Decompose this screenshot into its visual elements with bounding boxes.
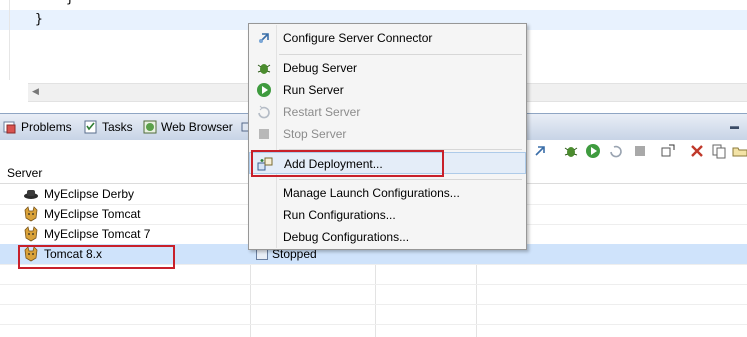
tasks-icon	[84, 120, 98, 134]
menu-item-label: Debug Configurations...	[283, 230, 410, 244]
tab-tasks[interactable]: Tasks	[84, 118, 133, 136]
tomcat-icon	[23, 226, 39, 242]
bug-icon	[256, 60, 272, 76]
column-header-server[interactable]: Server	[7, 166, 42, 180]
tab-label: Problems	[21, 120, 72, 134]
run-icon	[256, 82, 272, 98]
server-connector-icon[interactable]	[532, 143, 548, 159]
menu-item-label: Manage Launch Configurations...	[283, 186, 460, 200]
scroll-left-icon[interactable]: ◀	[32, 86, 39, 97]
publish-icon[interactable]	[660, 143, 676, 159]
menu-separator	[279, 179, 522, 180]
menu-item-restart-server[interactable]: Restart Server	[249, 101, 526, 123]
server-name: MyEclipse Derby	[44, 187, 135, 201]
folder-icon[interactable]	[732, 143, 747, 159]
tab-label: Tasks	[102, 120, 133, 134]
bug-icon[interactable]	[563, 143, 579, 159]
stop-icon[interactable]	[632, 143, 648, 159]
menu-item-label: Run Configurations...	[283, 208, 396, 222]
menu-item-label: Configure Server Connector	[283, 31, 433, 45]
menu-item-label: Debug Server	[283, 61, 358, 75]
tab-web-browser[interactable]: Web Browser	[143, 118, 233, 136]
menu-item-manage-launch-configurations[interactable]: Manage Launch Configurations...	[249, 182, 526, 204]
run-icon[interactable]	[585, 143, 601, 159]
restart-icon[interactable]	[608, 143, 624, 159]
derby-icon	[23, 186, 39, 202]
problems-icon	[3, 120, 17, 134]
copy-icon[interactable]	[711, 143, 727, 159]
view-menu-icon[interactable]: ▬	[730, 121, 739, 131]
menu-item-debug-server[interactable]: Debug Server	[249, 57, 526, 79]
menu-separator	[279, 54, 522, 55]
code-line: }	[35, 12, 43, 27]
menu-item-label: Run Server	[283, 83, 344, 97]
menu-item-debug-configurations[interactable]: Debug Configurations...	[249, 226, 526, 248]
server-name: MyEclipse Tomcat	[44, 207, 141, 221]
server-name: MyEclipse Tomcat 7	[44, 227, 151, 241]
menu-item-configure-server-connector[interactable]: Configure Server Connector	[249, 27, 526, 49]
web-browser-icon	[143, 120, 157, 134]
table-row	[0, 284, 747, 305]
menu-item-label: Restart Server	[283, 105, 361, 119]
editor-ruler	[9, 0, 10, 80]
menu-item-label: Stop Server	[283, 127, 347, 141]
table-row	[0, 304, 747, 325]
code-line: }	[66, 0, 74, 6]
menu-item-stop-server[interactable]: Stop Server	[249, 123, 526, 145]
tab-label: Web Browser	[161, 120, 233, 134]
menu-item-run-server[interactable]: Run Server	[249, 79, 526, 101]
stop-icon	[256, 126, 272, 142]
annotation-highlight-box	[18, 245, 175, 269]
menu-item-run-configurations[interactable]: Run Configurations...	[249, 204, 526, 226]
tomcat-icon	[23, 206, 39, 222]
remove-icon[interactable]	[689, 143, 705, 159]
context-menu: Configure Server Connector Debug Server …	[248, 23, 527, 250]
annotation-highlight-box	[251, 150, 444, 177]
tab-problems[interactable]: Problems	[3, 118, 72, 136]
server-connector-icon	[256, 30, 272, 46]
restart-icon	[256, 104, 272, 120]
